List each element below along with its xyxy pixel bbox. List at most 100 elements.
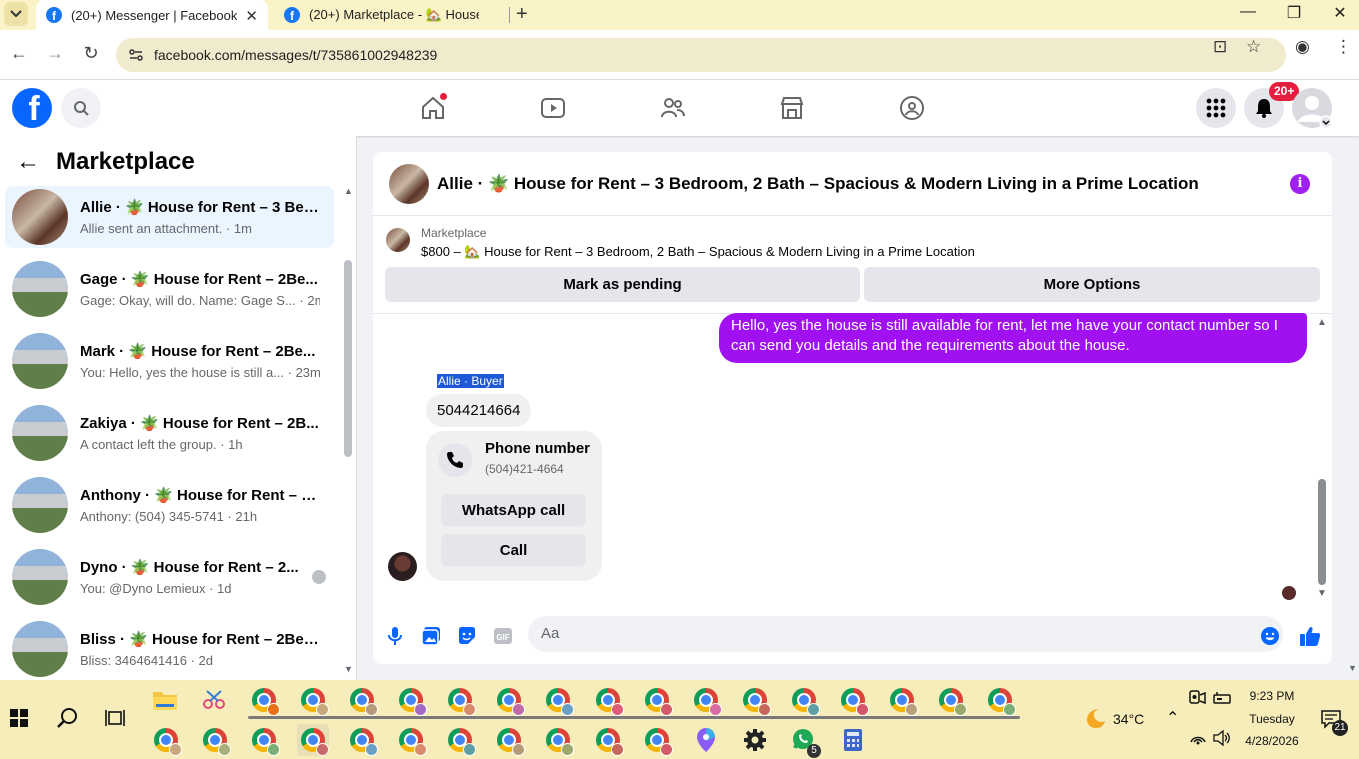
chrome-profile-icon[interactable]	[739, 684, 771, 716]
chrome-profile-icon[interactable]	[444, 724, 476, 756]
new-tab-button[interactable]: +	[516, 3, 528, 26]
chrome-profile-icon[interactable]	[984, 684, 1016, 716]
chrome-profile-icon[interactable]	[444, 684, 476, 716]
show-hidden-icons-button[interactable]: ⌃	[1166, 708, 1179, 728]
voice-clip-button[interactable]	[384, 625, 406, 647]
chrome-profile-icon[interactable]	[542, 684, 574, 716]
conversation-item-gage[interactable]: Gage · 🪴 House for Rent – 2Be... Gage: O…	[5, 258, 334, 320]
chrome-profile-icon[interactable]	[837, 684, 869, 716]
forward-button[interactable]: →	[43, 43, 67, 64]
close-tab-icon[interactable]: ✕	[245, 7, 258, 25]
chrome-profile-icon[interactable]	[297, 684, 329, 716]
back-button[interactable]: ←	[7, 43, 31, 64]
home-nav-button[interactable]	[419, 93, 447, 122]
groups-nav-button[interactable]	[898, 94, 926, 122]
whatsapp-icon[interactable]: 5	[788, 724, 821, 758]
chrome-profile-icon[interactable]	[641, 724, 673, 756]
search-taskbar-button[interactable]	[51, 702, 83, 734]
conversation-list-scrollbar[interactable]	[344, 260, 352, 457]
scroll-down-arrow[interactable]: ▼	[344, 664, 353, 674]
browser-tab-marketplace[interactable]: f (20+) Marketplace - 🏡 House	[274, 0, 504, 30]
friends-nav-button[interactable]	[659, 94, 687, 122]
browser-menu-icon[interactable]: ⋮	[1335, 37, 1352, 57]
video-nav-button[interactable]	[539, 94, 567, 122]
chrome-profile-icon[interactable]	[248, 684, 280, 716]
weather-moon-icon[interactable]	[1079, 702, 1111, 734]
conversation-item-allie[interactable]: Allie · 🪴 House for Rent – 3 Bed... Alli…	[5, 186, 334, 248]
listing-thumbnail[interactable]	[386, 228, 410, 252]
chrome-profile-icon-active[interactable]	[297, 724, 329, 756]
avatar[interactable]	[389, 164, 429, 204]
url-field[interactable]: facebook.com/messages/t/735861002948239	[116, 38, 1286, 72]
listing-title[interactable]: $800 – 🏡 House for Rent – 3 Bedroom, 2 B…	[421, 244, 975, 260]
gif-button[interactable]: GIF	[492, 625, 514, 647]
chrome-profile-icon[interactable]	[395, 724, 427, 756]
chrome-profile-icon[interactable]	[641, 684, 673, 716]
back-arrow-icon[interactable]: ←	[16, 148, 40, 176]
chrome-profile-icon[interactable]	[493, 684, 525, 716]
browser-tab-messenger[interactable]: f (20+) Messenger | Facebook ✕	[36, 0, 268, 30]
conversation-item-bliss[interactable]: Bliss · 🪴 House for Rent – 2Bed... Bliss…	[5, 618, 334, 680]
chrome-profile-icon[interactable]	[592, 684, 624, 716]
sender-avatar[interactable]	[388, 552, 417, 581]
file-explorer-icon[interactable]	[149, 684, 181, 716]
task-view-button[interactable]	[99, 702, 131, 734]
call-button[interactable]: Call	[441, 534, 586, 566]
whatsapp-call-button[interactable]: WhatsApp call	[441, 494, 586, 526]
start-button[interactable]	[3, 702, 35, 734]
message-input[interactable]: Aa	[528, 616, 1283, 652]
clock-date[interactable]: 4/28/2026	[1237, 734, 1307, 748]
weather-temperature[interactable]: 34°C	[1113, 711, 1144, 727]
calculator-icon[interactable]	[837, 724, 869, 756]
network-device-icon[interactable]	[1210, 686, 1234, 710]
restore-button[interactable]: ❐	[1279, 3, 1309, 23]
volume-icon[interactable]	[1210, 726, 1234, 750]
clock-time[interactable]: 9:23 PM	[1241, 689, 1303, 703]
wifi-icon[interactable]	[1186, 726, 1210, 750]
site-settings-icon[interactable]	[128, 47, 144, 63]
chat-scrollbar[interactable]	[1318, 479, 1326, 585]
chrome-profile-icon[interactable]	[493, 724, 525, 756]
chat-title[interactable]: Allie · 🪴 House for Rent – 3 Bedroom, 2 …	[437, 174, 1199, 194]
tab-search-menu-button[interactable]	[4, 2, 28, 26]
menu-grid-button[interactable]	[1196, 88, 1236, 128]
sticker-button[interactable]	[456, 625, 478, 647]
chat-scroll-up-arrow[interactable]: ▲	[1317, 317, 1327, 328]
snipping-tool-icon[interactable]	[198, 684, 230, 716]
account-avatar-button[interactable]	[1292, 88, 1332, 128]
settings-gear-icon[interactable]	[739, 724, 771, 756]
meet-now-icon[interactable]	[1186, 686, 1210, 710]
maps-pin-icon[interactable]	[690, 724, 722, 756]
emoji-button[interactable]	[1259, 625, 1281, 647]
chrome-profile-icon[interactable]	[886, 684, 918, 716]
conversation-item-anthony[interactable]: Anthony · 🪴 House for Rent – 2... Anthon…	[5, 474, 334, 536]
chrome-profile-icon[interactable]	[690, 684, 722, 716]
conversation-item-mark[interactable]: Mark · 🪴 House for Rent – 2Be... You: He…	[5, 330, 334, 392]
chrome-profile-icon[interactable]	[395, 684, 427, 716]
clock-day[interactable]: Tuesday	[1241, 712, 1303, 726]
scroll-up-arrow[interactable]: ▲	[344, 186, 353, 196]
attach-photo-button[interactable]	[420, 625, 442, 647]
marketplace-nav-button[interactable]	[778, 94, 806, 122]
conversation-item-zakiya[interactable]: Zakiya · 🪴 House for Rent – 2B... A cont…	[5, 402, 334, 464]
close-window-button[interactable]: ✕	[1325, 3, 1355, 23]
install-app-icon[interactable]: ⊡	[1213, 37, 1227, 57]
more-options-button[interactable]: More Options	[864, 267, 1320, 302]
chrome-profile-icon[interactable]	[199, 724, 231, 756]
chrome-profile-icon[interactable]	[788, 684, 820, 716]
mark-as-pending-button[interactable]: Mark as pending	[385, 267, 860, 302]
search-button[interactable]	[61, 88, 101, 128]
chrome-profile-icon[interactable]	[592, 724, 624, 756]
info-icon[interactable]: i	[1290, 174, 1310, 194]
like-button[interactable]	[1299, 625, 1321, 647]
page-scroll-down-arrow[interactable]: ▼	[1348, 663, 1357, 673]
reload-button[interactable]: ↻	[79, 43, 103, 64]
bookmark-star-icon[interactable]: ☆	[1246, 37, 1261, 57]
facebook-logo-icon[interactable]: f	[12, 88, 52, 128]
notification-center-button[interactable]: 21	[1316, 704, 1348, 736]
chat-scroll-down-arrow[interactable]: ▼	[1317, 588, 1327, 599]
profile-icon[interactable]: ◉	[1295, 37, 1310, 57]
chrome-profile-icon[interactable]	[346, 724, 378, 756]
minimize-button[interactable]: —	[1233, 3, 1263, 21]
chrome-profile-icon[interactable]	[935, 684, 967, 716]
